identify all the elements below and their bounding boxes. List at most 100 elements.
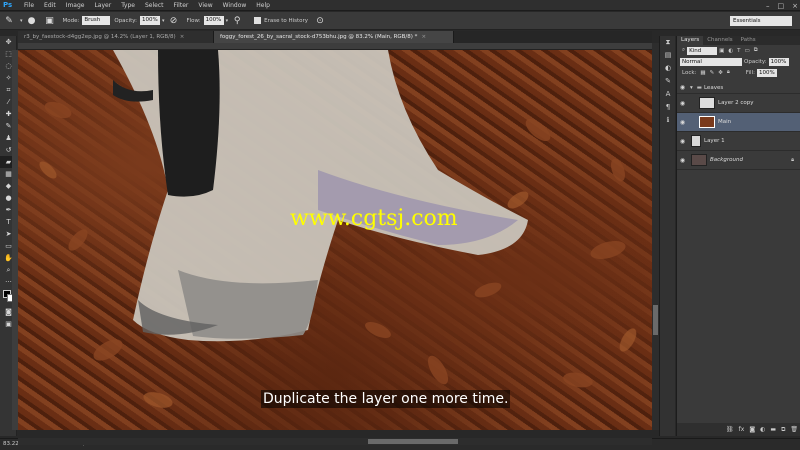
menu-filter[interactable]: Filter bbox=[169, 2, 194, 9]
menu-view[interactable]: View bbox=[193, 2, 217, 9]
lock-pixels-icon[interactable]: ✎ bbox=[710, 70, 715, 76]
layer-row-main[interactable]: ◉ Main bbox=[677, 113, 800, 132]
layer-row-background[interactable]: ◉ Background 🔒︎ bbox=[677, 151, 800, 170]
paragraph-panel-icon[interactable]: ¶ bbox=[660, 101, 676, 114]
menu-edit[interactable]: Edit bbox=[39, 2, 61, 9]
group-expand-icon[interactable]: ▾ bbox=[690, 85, 693, 91]
document-tabs: r3_by_faestock-d4gg2ep.jpg @ 14.2% (Laye… bbox=[18, 31, 652, 43]
menu-image[interactable]: Image bbox=[61, 2, 90, 9]
eraser-tool-icon[interactable]: ✎ bbox=[3, 15, 15, 27]
filter-by-smart-object-icon[interactable]: ⧉ bbox=[754, 47, 758, 54]
minimize-button[interactable]: – bbox=[766, 2, 770, 10]
close-tab-icon[interactable]: × bbox=[421, 34, 426, 40]
opacity-field[interactable]: 100% bbox=[139, 16, 160, 25]
lock-transparent-icon[interactable]: ▦ bbox=[700, 70, 705, 76]
tab-paths[interactable]: Paths bbox=[737, 36, 760, 45]
history-panel-icon[interactable]: ⧗ bbox=[660, 36, 676, 49]
horizontal-ruler bbox=[18, 43, 652, 50]
erase-to-history-checkbox[interactable] bbox=[254, 17, 262, 24]
add-mask-icon[interactable]: ◙ bbox=[749, 426, 755, 433]
layer-thumbnail bbox=[699, 116, 715, 128]
properties-panel-icon[interactable]: ▤ bbox=[660, 49, 676, 62]
tool-preset-dropdown-icon[interactable]: ▾ bbox=[20, 18, 23, 24]
fill-field[interactable]: 100% bbox=[756, 68, 777, 77]
info-panel-icon[interactable]: ℹ bbox=[660, 114, 676, 127]
tab-document-1[interactable]: r3_by_faestock-d4gg2ep.jpg @ 14.2% (Laye… bbox=[18, 31, 214, 43]
move-tool-icon[interactable]: ✥ bbox=[0, 36, 17, 48]
layer-opacity-field[interactable]: 100% bbox=[768, 57, 789, 66]
brush-size-icon[interactable]: ● bbox=[26, 15, 38, 27]
visibility-eye-icon[interactable]: ◉ bbox=[677, 138, 688, 145]
lock-icon: 🔒︎ bbox=[791, 156, 794, 163]
opacity-label: Opacity: bbox=[114, 17, 137, 24]
flow-field[interactable]: 100% bbox=[203, 16, 224, 25]
adjustment-layer-icon[interactable]: ◐ bbox=[760, 426, 765, 433]
fill-label: Fill: bbox=[745, 69, 755, 76]
filter-by-type-icon[interactable]: T bbox=[737, 48, 740, 54]
brush-panel-icon[interactable]: ▣ bbox=[44, 15, 56, 27]
link-layers-icon[interactable]: ⛓ bbox=[726, 426, 734, 433]
layer-group-leaves[interactable]: ◉ ▾ ▬ Leaves bbox=[677, 82, 800, 94]
layer-name: Layer 2 copy bbox=[718, 100, 754, 106]
workspace-select[interactable]: Essentials bbox=[730, 16, 792, 26]
tab-channels[interactable]: Channels bbox=[703, 36, 736, 45]
vertical-scrollbar[interactable] bbox=[652, 43, 659, 430]
layer-thumbnail bbox=[691, 154, 707, 166]
layers-panel: Layers Channels Paths ⌕ Kind ▣ ◐ T ▭ ⧉ N… bbox=[676, 36, 800, 436]
adjustments-panel-icon[interactable]: ◐ bbox=[660, 62, 676, 75]
visibility-eye-icon[interactable]: ◉ bbox=[677, 157, 688, 164]
layer-opacity-label: Opacity: bbox=[744, 58, 767, 65]
tab-layers[interactable]: Layers bbox=[677, 36, 704, 45]
filter-by-shape-icon[interactable]: ▭ bbox=[744, 48, 749, 54]
flow-dropdown-icon[interactable]: ▾ bbox=[226, 18, 229, 24]
pressure-opacity-icon[interactable]: ⊘ bbox=[167, 15, 179, 27]
layer-thumbnail bbox=[691, 135, 701, 147]
flow-label: Flow: bbox=[186, 17, 201, 24]
new-group-icon[interactable]: ▬ bbox=[770, 426, 776, 433]
menu-type[interactable]: Type bbox=[116, 2, 140, 9]
filter-by-pixel-icon[interactable]: ▣ bbox=[719, 48, 724, 54]
horizontal-scroll-thumb[interactable] bbox=[368, 439, 458, 444]
menu-select[interactable]: Select bbox=[140, 2, 169, 9]
lock-all-icon[interactable]: 🔒︎ bbox=[727, 69, 730, 76]
photoshop-logo: Ps bbox=[3, 0, 13, 9]
blend-row: Normal Opacity: 100% bbox=[677, 56, 800, 67]
layer-row-layer-2-copy[interactable]: ◉ Layer 2 copy bbox=[677, 94, 800, 113]
menu-layer[interactable]: Layer bbox=[89, 2, 116, 9]
layer-style-icon[interactable]: fx bbox=[739, 426, 745, 433]
new-layer-icon[interactable]: ⧉ bbox=[781, 426, 785, 434]
horizontal-scrollbar[interactable] bbox=[18, 438, 652, 445]
blend-mode-select[interactable]: Normal bbox=[680, 57, 742, 66]
close-tab-icon[interactable]: × bbox=[180, 34, 185, 40]
tab-document-2[interactable]: foggy_forest_26_by_sacral_stock-d753bhu.… bbox=[214, 31, 454, 43]
maximize-button[interactable]: □ bbox=[778, 2, 785, 10]
erase-to-history-label: Erase to History bbox=[264, 17, 309, 24]
airbrush-icon[interactable]: ⚲ bbox=[231, 15, 243, 27]
layer-name: Leaves bbox=[703, 84, 724, 91]
opacity-dropdown-icon[interactable]: ▾ bbox=[162, 18, 165, 24]
pressure-size-icon[interactable]: ⊙ bbox=[314, 15, 326, 27]
brush-panel-icon[interactable]: ✎ bbox=[660, 75, 676, 88]
mode-select[interactable]: Brush bbox=[82, 16, 111, 25]
character-panel-icon[interactable]: A bbox=[660, 88, 676, 101]
lock-position-icon[interactable]: ✥ bbox=[718, 70, 723, 76]
visibility-eye-icon[interactable]: ◉ bbox=[677, 100, 688, 107]
delete-layer-icon[interactable]: 🗑︎ bbox=[790, 426, 798, 433]
menu-bar: Ps File Edit Image Layer Type Select Fil… bbox=[0, 0, 800, 11]
filter-by-adjustment-icon[interactable]: ◐ bbox=[728, 48, 733, 54]
document-canvas[interactable]: www.cgtsj.com Duplicate the layer one mo… bbox=[18, 50, 652, 430]
menu-file[interactable]: File bbox=[19, 2, 39, 9]
visibility-eye-icon[interactable]: ◉ bbox=[677, 84, 688, 91]
menu-window[interactable]: Window bbox=[218, 2, 252, 9]
kind-filter-select[interactable]: Kind bbox=[687, 46, 718, 55]
search-icon: ⌕ bbox=[682, 47, 686, 53]
folder-icon: ▬ bbox=[696, 84, 702, 91]
tab-document-2-label: foggy_forest_26_by_sacral_stock-d753bhu.… bbox=[220, 34, 418, 40]
layer-row-layer-1[interactable]: ◉ Layer 1 bbox=[677, 132, 800, 151]
close-window-button[interactable]: × bbox=[792, 2, 798, 10]
watermark-text: www.cgtsj.com bbox=[290, 206, 458, 231]
layer-thumbnail bbox=[699, 97, 715, 109]
visibility-eye-icon[interactable]: ◉ bbox=[677, 119, 688, 126]
vertical-scroll-thumb[interactable] bbox=[653, 305, 658, 335]
menu-help[interactable]: Help bbox=[251, 2, 275, 9]
